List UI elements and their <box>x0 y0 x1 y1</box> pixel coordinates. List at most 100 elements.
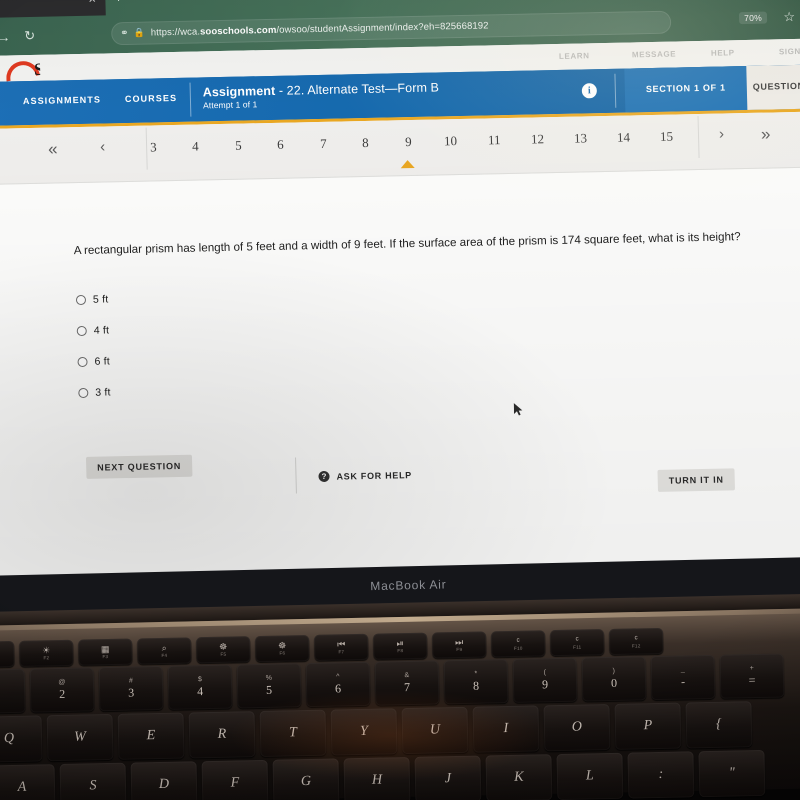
key-{[interactable]: { <box>685 701 753 749</box>
pager-page-10[interactable]: 10 <box>444 133 457 149</box>
site-nav-item-learn[interactable]: LEARN <box>559 51 590 61</box>
key-f6[interactable]: ☸ F6 <box>255 634 310 663</box>
key-j[interactable]: J <box>414 755 482 800</box>
next-question-button[interactable]: NEXT QUESTION <box>85 454 193 479</box>
key-f7[interactable]: ⏮ F7 <box>314 633 369 661</box>
turn-it-in-button[interactable]: TURN IT IN <box>657 468 736 492</box>
key-f10[interactable]: ᶜ F10 <box>490 630 546 658</box>
radio-icon[interactable] <box>77 356 88 367</box>
answer-option-label: 6 ft <box>94 354 111 368</box>
key-f5[interactable]: ☸ F5 <box>196 636 251 664</box>
key-8[interactable]: * 8 <box>443 659 509 705</box>
key-d[interactable]: D <box>130 761 198 800</box>
key-f2[interactable]: ☀ F2 <box>19 639 74 667</box>
answer-option[interactable]: 5 ft <box>75 283 109 315</box>
pager-page-12[interactable]: 12 <box>531 131 544 147</box>
pager-page-3[interactable]: 3 <box>150 139 157 155</box>
current-page-marker <box>400 159 415 169</box>
key-r[interactable]: R <box>188 711 256 759</box>
key-0[interactable]: ) 0 <box>581 656 647 702</box>
key-3[interactable]: #3 <box>98 665 164 712</box>
key-"[interactable]: " <box>698 749 766 798</box>
key-f11[interactable]: ᶜ F11 <box>549 629 605 657</box>
key-=[interactable]: + = <box>719 653 785 699</box>
radio-icon[interactable] <box>76 325 87 336</box>
radio-icon[interactable] <box>78 387 89 398</box>
pager-page-5[interactable]: 5 <box>235 138 242 154</box>
key-1[interactable]: !1 <box>0 668 26 714</box>
key--[interactable]: _ - <box>650 654 716 701</box>
pager-last-button[interactable]: » <box>761 125 771 145</box>
plus-icon[interactable]: + <box>114 0 123 5</box>
reload-icon[interactable]: ↻ <box>24 28 35 44</box>
mouse-pointer-icon <box>513 402 523 416</box>
ask-for-help-button[interactable]: ? ASK FOR HELP <box>318 469 413 483</box>
pager-page-4[interactable]: 4 <box>192 138 199 154</box>
key-7[interactable]: & 7 <box>374 660 440 706</box>
pager-page-15[interactable]: 15 <box>660 129 673 145</box>
key-4[interactable]: $4 <box>167 664 233 710</box>
key-t[interactable]: T <box>259 709 327 757</box>
browser-tab[interactable]: gnitia ✕ <box>0 0 106 19</box>
browser-window: gnitia ✕ + → ↻ ⚭ 🔒 https://wca.sooschool… <box>0 0 800 586</box>
key-u[interactable]: U <box>401 706 469 755</box>
key-h[interactable]: H <box>343 757 411 800</box>
pager-prev-button[interactable]: ‹ <box>100 138 105 155</box>
key-i[interactable]: I <box>472 705 540 753</box>
key-a[interactable]: A <box>0 764 56 800</box>
key-f9[interactable]: ⏭ F9 <box>431 631 487 659</box>
pager-page-6[interactable]: 6 <box>277 137 284 153</box>
pager-page-8[interactable]: 8 <box>362 135 369 151</box>
nav-courses[interactable]: COURSES <box>125 93 177 104</box>
key-w[interactable]: W <box>46 713 114 762</box>
pager-page-14[interactable]: 14 <box>617 129 630 145</box>
assignment-title-block: Assignment - 22. Alternate Test—Form B A… <box>203 80 440 110</box>
key-y[interactable]: Y <box>330 708 398 756</box>
key-e[interactable]: E <box>117 712 185 760</box>
ask-for-help-label: ASK FOR HELP <box>336 469 413 482</box>
answer-option[interactable]: 4 ft <box>76 314 109 346</box>
answer-option[interactable]: 6 ft <box>77 345 110 377</box>
photo-of-laptop-screen: gnitia ✕ + → ↻ ⚭ 🔒 https://wca.sooschool… <box>0 0 800 800</box>
pager-divider <box>697 116 700 159</box>
pager-page-11[interactable]: 11 <box>488 132 501 148</box>
key-g[interactable]: G <box>272 758 340 800</box>
key-f4[interactable]: ⌕ F4 <box>137 637 192 665</box>
site-nav-item-help[interactable]: HELP <box>711 48 735 57</box>
key-f8[interactable]: ⏯ F8 <box>372 632 428 660</box>
key-o[interactable]: O <box>543 703 611 752</box>
question-mark-icon: ? <box>318 470 330 483</box>
key-2[interactable]: @2 <box>29 667 95 713</box>
pager-next-button[interactable]: › <box>719 125 724 142</box>
key-p[interactable]: P <box>614 702 682 750</box>
key-s[interactable]: S <box>59 762 127 800</box>
url-text: https://wca.sooschools.com/owsoo/student… <box>150 20 489 39</box>
radio-icon[interactable] <box>75 294 87 305</box>
arrow-forward-icon[interactable]: → <box>0 29 10 44</box>
key-f[interactable]: F <box>201 759 269 800</box>
answer-option[interactable]: 3 ft <box>78 376 111 408</box>
zoom-level-badge[interactable]: 70% <box>738 11 768 25</box>
key-f1[interactable]: ☀F1 <box>0 640 15 668</box>
key-:[interactable]: : <box>627 751 695 799</box>
question-label: QUESTION 9 OF 20 <box>752 80 800 92</box>
key-5[interactable]: % 5 <box>236 663 302 709</box>
question-indicator: QUESTION 9 OF 20 <box>746 63 800 110</box>
nav-assignments[interactable]: ASSIGNMENTS <box>23 95 101 107</box>
key-6[interactable]: ^ 6 <box>305 661 371 708</box>
star-icon[interactable]: ☆ <box>783 9 795 25</box>
close-icon[interactable]: ✕ <box>85 0 100 6</box>
pager-page-7[interactable]: 7 <box>320 136 327 152</box>
pager-page-9[interactable]: 9 <box>405 134 412 150</box>
key-f3[interactable]: ▦ F3 <box>78 638 133 666</box>
key-f12[interactable]: ᶜ F12 <box>608 627 664 655</box>
site-nav-item-signout[interactable]: SIGN O <box>779 47 800 57</box>
site-nav-item-message[interactable]: MESSAGE <box>632 49 676 59</box>
key-l[interactable]: L <box>556 752 624 800</box>
key-k[interactable]: K <box>485 754 553 800</box>
pager-page-13[interactable]: 13 <box>574 130 587 146</box>
key-q[interactable]: Q <box>0 715 43 763</box>
answer-options: 5 ft 4 ft 6 ft 3 ft <box>75 283 112 408</box>
pager-first-button[interactable]: « <box>48 139 58 159</box>
key-9[interactable]: (9 <box>512 657 578 703</box>
